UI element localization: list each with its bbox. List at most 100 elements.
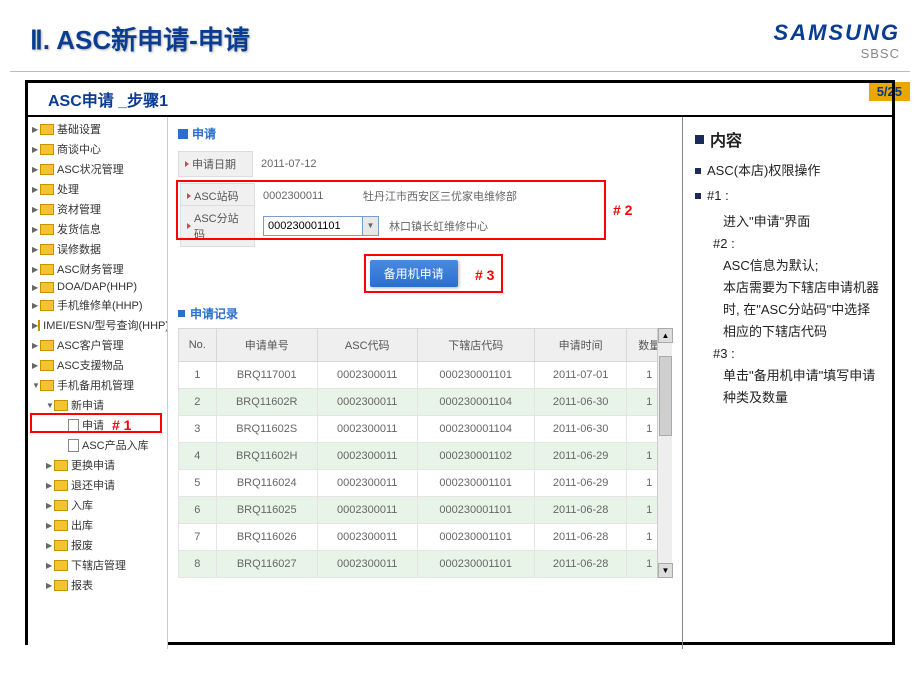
folder-icon xyxy=(54,500,68,511)
sidebar-item-14[interactable]: ▼新申请 xyxy=(28,395,167,415)
sidebar-item-16[interactable]: ASC产品入库 xyxy=(28,435,167,455)
sidebar-item-7[interactable]: ▶ ASC财务管理 xyxy=(28,259,167,279)
sidebar-item-5[interactable]: ▶发货信息 xyxy=(28,219,167,239)
annotation-1: # 1 xyxy=(112,417,131,433)
sidebar-item-label: 报废 xyxy=(71,537,93,553)
table-row[interactable]: 4BRQ11602H00023000110002300011022011-06-… xyxy=(179,443,672,470)
folder-icon xyxy=(40,144,54,155)
table-cell: 2011-06-30 xyxy=(534,389,627,416)
sub-header: ASC申请 _步骤1 xyxy=(28,83,892,117)
folder-icon xyxy=(40,124,54,135)
chevron-right-icon: ▶ xyxy=(32,185,40,194)
chevron-right-icon: ▶ xyxy=(32,361,40,370)
table-cell: 000230001101 xyxy=(417,524,534,551)
scroll-down-button[interactable]: ▼ xyxy=(658,563,673,578)
folder-icon xyxy=(38,320,40,331)
value-asc-sub-desc: 林口镇长虹维修中心 xyxy=(381,214,496,238)
table-cell: 000230001101 xyxy=(417,497,534,524)
table-row[interactable]: 3BRQ11602S00023000110002300011042011-06-… xyxy=(179,416,672,443)
chevron-right-icon: ▶ xyxy=(46,541,54,550)
dropdown-button[interactable]: ▼ xyxy=(363,216,379,236)
table-cell: 8 xyxy=(179,551,217,578)
table-row[interactable]: 5BRQ11602400023000110002300011012011-06-… xyxy=(179,470,672,497)
chevron-right-icon: ▶ xyxy=(32,265,40,274)
sidebar-item-8[interactable]: ▶DOA/DAP(HHP) xyxy=(28,279,167,295)
chevron-right-icon: ▶ xyxy=(46,581,54,590)
table-cell: 1 xyxy=(179,362,217,389)
sidebar-item-1[interactable]: ▶ 商谈中心 xyxy=(28,139,167,159)
table-cell: 000230001101 xyxy=(417,362,534,389)
right-sub-2b: 本店需要为下辖店申请机器时, 在"ASC分站码"中选择相应的下辖店代码 xyxy=(695,277,880,343)
scrollbar[interactable]: ▲ ▼ xyxy=(657,328,672,578)
sidebar-item-13[interactable]: ▼手机备用机管理 xyxy=(28,375,167,395)
folder-icon xyxy=(40,244,54,255)
table-cell: 6 xyxy=(179,497,217,524)
sidebar-item-2[interactable]: ▶ASC状况管理 xyxy=(28,159,167,179)
right-item-1: #1 : xyxy=(707,186,880,207)
table-row[interactable]: 2BRQ11602R00023000110002300011042011-06-… xyxy=(179,389,672,416)
scroll-up-button[interactable]: ▲ xyxy=(658,328,673,343)
chevron-right-icon: ▶ xyxy=(32,125,40,134)
apply-button[interactable]: 备用机申请 xyxy=(370,260,458,287)
chevron-right-icon: ▶ xyxy=(32,245,40,254)
sidebar-item-0[interactable]: ▶基础设置 xyxy=(28,119,167,139)
table-cell: 2011-06-29 xyxy=(534,443,627,470)
sidebar-item-15[interactable]: 申请# 1 xyxy=(28,415,167,435)
sidebar-item-6[interactable]: ▶误修数据 xyxy=(28,239,167,259)
scroll-thumb[interactable] xyxy=(659,356,672,436)
input-asc-sub[interactable] xyxy=(263,216,363,236)
sidebar-item-11[interactable]: ▶ASC客户管理 xyxy=(28,335,167,355)
sidebar-item-4[interactable]: ▶资材管理 xyxy=(28,199,167,219)
sidebar-item-label: ASC产品入库 xyxy=(82,437,149,453)
sidebar-item-17[interactable]: ▶更换申请 xyxy=(28,455,167,475)
table-cell: 0002300011 xyxy=(317,362,417,389)
annotation-3: # 3 xyxy=(475,267,494,283)
folder-icon xyxy=(54,540,68,551)
sidebar-item-19[interactable]: ▶入库 xyxy=(28,495,167,515)
sidebar-item-label: 入库 xyxy=(71,497,93,513)
right-item-2: #2 : xyxy=(695,233,880,255)
folder-icon xyxy=(54,480,68,491)
sidebar-item-label: ASC客户管理 xyxy=(57,337,124,353)
sidebar-item-20[interactable]: ▶出库 xyxy=(28,515,167,535)
right-title: 内容 xyxy=(710,127,742,151)
right-panel: 内容 ASC(本店)权限操作 #1 : 进入"申请"界面 #2 : ASC信息为… xyxy=(682,117,892,649)
table-cell: 000230001104 xyxy=(417,389,534,416)
table-cell: BRQ11602H xyxy=(216,443,317,470)
sidebar-item-18[interactable]: ▶退还申请 xyxy=(28,475,167,495)
table-cell: BRQ11602S xyxy=(216,416,317,443)
table-cell: 2011-06-29 xyxy=(534,470,627,497)
folder-icon xyxy=(54,560,68,571)
right-sub-2a: ASC信息为默认; xyxy=(695,255,880,277)
sidebar-item-9[interactable]: ▶手机维修单(HHP) xyxy=(28,295,167,315)
sidebar-item-22[interactable]: ▶下辖店管理 xyxy=(28,555,167,575)
sidebar-item-23[interactable]: ▶报表 xyxy=(28,575,167,595)
table-cell: BRQ116025 xyxy=(216,497,317,524)
folder-icon xyxy=(54,580,68,591)
sidebar-item-12[interactable]: ▶ASC支援物品 xyxy=(28,355,167,375)
table-cell: 3 xyxy=(179,416,217,443)
table-row[interactable]: 1BRQ11700100023000110002300011012011-07-… xyxy=(179,362,672,389)
value-asc-desc: 牡丹江市西安区三优家电维修部 xyxy=(355,184,525,208)
table-row[interactable]: 6BRQ11602500023000110002300011012011-06-… xyxy=(179,497,672,524)
sidebar-item-label: 商谈中心 xyxy=(57,141,101,157)
sidebar-item-label: 出库 xyxy=(71,517,93,533)
sidebar-item-label: 退还申请 xyxy=(71,477,115,493)
sidebar-item-label: 手机维修单(HHP) xyxy=(57,297,143,313)
sidebar-item-3[interactable]: ▶处理 xyxy=(28,179,167,199)
table-cell: 2011-07-01 xyxy=(534,362,627,389)
table-cell: 0002300011 xyxy=(317,389,417,416)
sidebar-item-10[interactable]: ▶IMEI/ESN/型号查询(HHP) xyxy=(28,315,167,335)
table-cell: BRQ11602R xyxy=(216,389,317,416)
sidebar-item-21[interactable]: ▶ 报废 xyxy=(28,535,167,555)
table-row[interactable]: 8BRQ11602700023000110002300011012011-06-… xyxy=(179,551,672,578)
sidebar-item-label: ASC财务管理 xyxy=(57,261,124,277)
table-cell: 0002300011 xyxy=(317,443,417,470)
table-header: No. xyxy=(179,329,217,362)
table-row[interactable]: 7BRQ11602600023000110002300011012011-06-… xyxy=(179,524,672,551)
chevron-right-icon: ▶ xyxy=(32,145,40,154)
document-icon xyxy=(68,419,79,432)
sidebar-item-label: 更换申请 xyxy=(71,457,115,473)
folder-icon xyxy=(40,264,54,275)
chevron-down-icon: ▼ xyxy=(32,381,40,390)
